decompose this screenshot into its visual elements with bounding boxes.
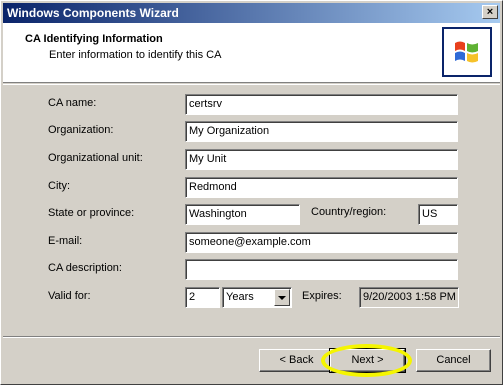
button-divider	[3, 336, 500, 338]
organization-label: Organization:	[48, 124, 114, 136]
page-subtitle: Enter information to identify this CA	[49, 49, 222, 61]
wizard-header: CA Identifying Information Enter informa…	[3, 23, 500, 83]
validity-period-field[interactable]: 2	[185, 287, 220, 308]
ca-name-field[interactable]: certsrv	[185, 94, 458, 115]
header-divider	[3, 84, 500, 85]
page-title: CA Identifying Information	[25, 33, 163, 45]
valid-for-label: Valid for:	[48, 290, 91, 302]
validity-unit-select[interactable]: Years	[222, 287, 292, 308]
organization-field[interactable]: My Organization	[185, 121, 458, 142]
chevron-down-icon[interactable]	[274, 289, 290, 306]
country-field[interactable]: US	[418, 204, 458, 225]
country-label: Country/region:	[311, 206, 387, 218]
city-field[interactable]: Redmond	[185, 177, 458, 198]
state-label: State or province:	[48, 207, 135, 219]
description-label: CA description:	[48, 262, 122, 274]
expires-label: Expires:	[302, 290, 342, 302]
email-label: E-mail:	[48, 235, 83, 247]
description-field[interactable]	[185, 259, 458, 280]
title-bar[interactable]: Windows Components Wizard ×	[3, 3, 500, 23]
email-field[interactable]: someone@example.com	[185, 232, 458, 253]
close-button[interactable]: ×	[482, 5, 498, 19]
wizard-window: Windows Components Wizard × CA Identifyi…	[0, 0, 503, 385]
expires-field: 9/20/2003 1:58 PM	[359, 287, 459, 308]
cancel-button[interactable]: Cancel	[416, 349, 491, 372]
state-field[interactable]: Washington	[185, 204, 300, 225]
validity-unit-value: Years	[226, 291, 254, 303]
city-label: City:	[48, 180, 70, 192]
back-button[interactable]: < Back	[259, 349, 334, 372]
org-unit-field[interactable]: My Unit	[185, 149, 458, 170]
windows-logo-icon	[442, 27, 492, 77]
org-unit-label: Organizational unit:	[48, 152, 143, 164]
ca-name-label: CA name:	[48, 97, 97, 109]
next-button[interactable]: Next >	[329, 348, 406, 373]
window-title: Windows Components Wizard	[7, 6, 179, 20]
